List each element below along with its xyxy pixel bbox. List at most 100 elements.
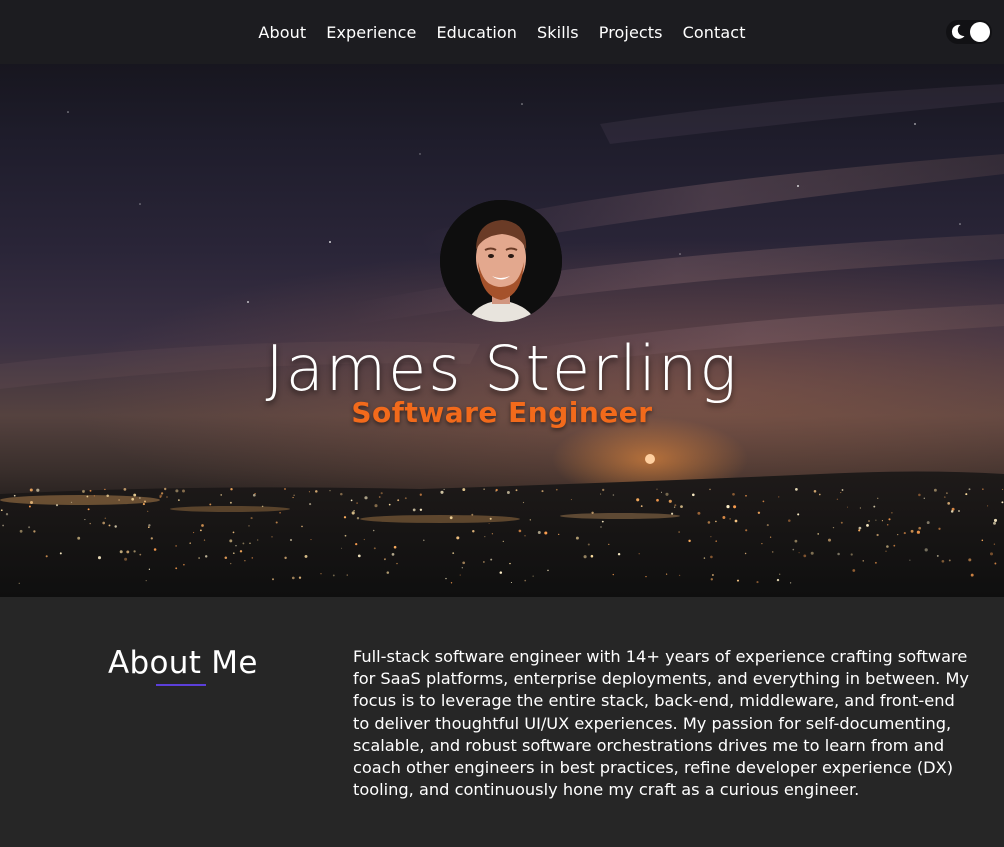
city-light [332,574,335,577]
toggle-knob [970,22,990,42]
city-light [97,556,102,560]
city-light [235,545,237,547]
city-light [668,499,672,503]
city-light [601,520,604,523]
city-light [936,554,939,557]
city-light [495,488,498,492]
city-light [293,494,295,496]
city-light [145,580,147,582]
city-light [148,524,151,527]
city-light [813,490,817,493]
city-light [993,518,998,522]
city-light [858,526,862,530]
city-light [108,524,111,527]
theme-toggle[interactable] [946,20,992,44]
nav-link-projects[interactable]: Projects [599,23,663,42]
city-light [244,560,246,562]
city-light [2,524,5,527]
city-light [583,555,587,559]
city-light [271,536,273,538]
city-light [341,547,343,549]
city-light [257,539,259,541]
city-light [837,552,840,556]
city-light [989,552,994,556]
city-light [946,492,948,494]
city-light [671,512,674,515]
city-light [840,521,843,524]
city-light [104,517,107,520]
city-light [114,525,117,528]
city-light [710,578,713,581]
city-light [832,526,835,529]
city-light [87,508,90,511]
city-light [938,527,941,530]
about-body-text: Full-stack software engineer with 14+ ye… [353,647,969,800]
city-light [298,576,302,579]
city-light [131,497,135,501]
city-light [771,551,774,553]
nav-link-skills[interactable]: Skills [537,23,579,42]
city-light [612,573,614,576]
nav-link-education[interactable]: Education [436,23,517,42]
city-light [239,550,243,553]
city-light [587,543,590,546]
city-light [423,539,425,542]
city-light [903,532,906,535]
city-light [310,539,312,541]
city-light [230,562,232,565]
city-light [499,571,503,574]
city-light [284,488,286,490]
city-light [733,505,737,509]
city-light [166,496,168,498]
hero-name: James Sterling [265,332,739,405]
city-light [993,521,996,525]
city-light [726,505,730,509]
city-light [250,517,253,520]
city-light [142,503,145,506]
city-light [778,496,780,498]
city-light [875,519,877,521]
city-light [680,505,683,508]
city-light [459,574,461,576]
city-light [378,496,381,498]
city-night-background [0,84,1004,597]
city-light [340,492,343,496]
city-light [315,490,318,493]
city-light [301,525,303,528]
city-light [272,578,274,581]
city-light [153,548,157,551]
city-light [575,536,579,540]
city-light [28,526,31,529]
city-light [13,494,16,497]
city-light [84,519,86,521]
city-light [77,536,81,540]
city-light [923,497,925,499]
city-light [841,489,844,491]
city-light [119,550,123,554]
city-light [489,517,492,520]
city-light [859,507,862,509]
city-light [827,538,832,542]
city-light [249,542,251,545]
city-light [736,579,740,582]
city-light [792,548,795,551]
city-light [164,487,167,491]
nav-link-contact[interactable]: Contact [683,23,746,42]
city-light [788,519,791,522]
city-light [518,529,522,533]
city-light [343,516,347,519]
city-light [445,577,447,580]
nav-link-experience[interactable]: Experience [326,23,416,42]
city-light [412,508,416,512]
city-light [175,489,179,493]
city-light [608,543,610,546]
city-light [933,488,937,492]
city-light [873,505,876,508]
city-light [897,534,899,536]
city-light [123,488,127,491]
city-light [5,513,9,516]
city-light [744,552,747,555]
city-light [656,498,659,502]
city-light [143,500,147,503]
nav-link-about[interactable]: About [258,23,306,42]
